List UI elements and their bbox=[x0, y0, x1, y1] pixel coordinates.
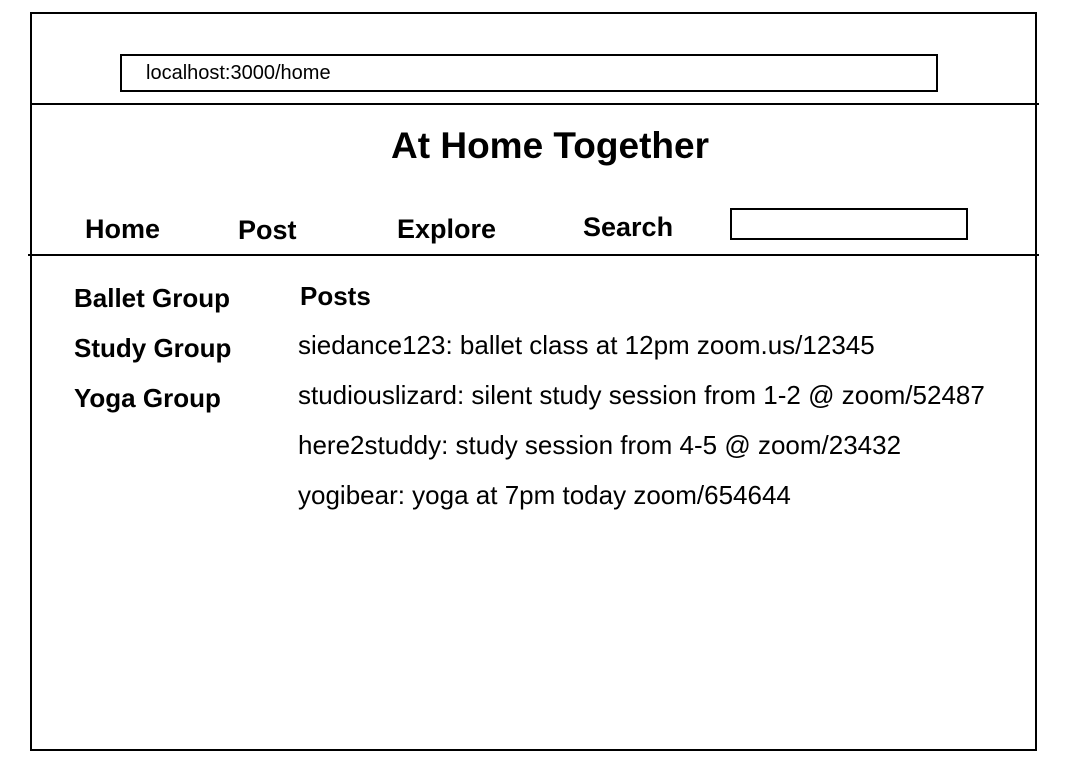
address-bar-divider bbox=[30, 103, 1039, 105]
nav-divider bbox=[28, 254, 1039, 256]
posts-list: siedance123: ballet class at 12pm zoom.u… bbox=[298, 320, 988, 520]
address-bar-url: localhost:3000/home bbox=[146, 62, 331, 84]
site-title: At Home Together bbox=[391, 125, 709, 166]
group-link-yoga[interactable]: Yoga Group bbox=[74, 382, 221, 414]
group-link-ballet[interactable]: Ballet Group bbox=[74, 282, 230, 314]
post-item: siedance123: ballet class at 12pm zoom.u… bbox=[298, 330, 875, 360]
group-link-study[interactable]: Study Group bbox=[74, 332, 231, 364]
post-item: yogibear: yoga at 7pm today zoom/654644 bbox=[298, 480, 791, 510]
search-input[interactable] bbox=[730, 208, 968, 240]
nav-search-label: Search bbox=[583, 212, 674, 242]
address-bar[interactable]: localhost:3000/home bbox=[120, 54, 938, 92]
post-item: here2studdy: study session from 4-5 @ zo… bbox=[298, 430, 902, 460]
nav-home-link[interactable]: Home bbox=[85, 213, 160, 245]
posts-heading: Posts bbox=[300, 281, 371, 311]
nav-post-link[interactable]: Post bbox=[238, 214, 297, 246]
post-item: studiouslizard: silent study session fro… bbox=[298, 380, 985, 410]
nav-explore-link[interactable]: Explore bbox=[397, 213, 496, 245]
